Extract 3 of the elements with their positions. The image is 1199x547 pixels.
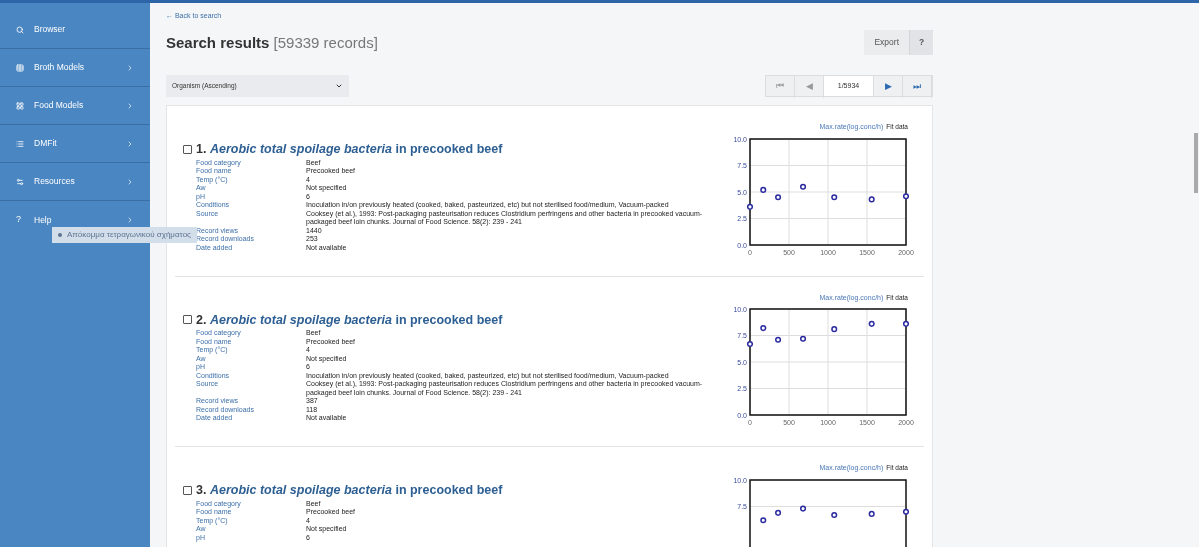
tooltip: Απόκομμα τετραγωνικού σχήματος — [52, 227, 197, 243]
help-glyph: ? — [16, 213, 22, 227]
page-title: Search results [59339 records] — [166, 33, 378, 53]
